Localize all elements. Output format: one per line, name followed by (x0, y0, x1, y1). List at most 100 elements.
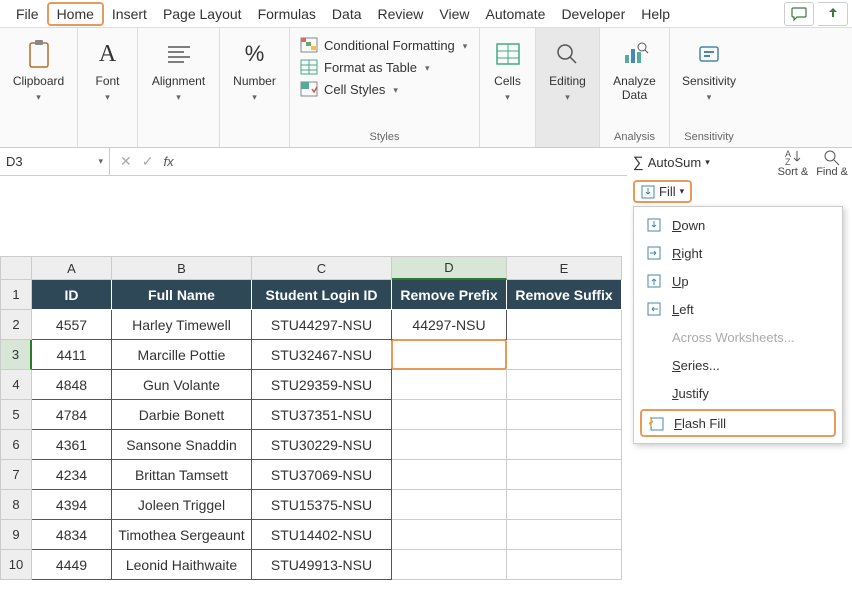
cell[interactable] (507, 400, 622, 430)
column-header-C[interactable]: C (252, 256, 392, 280)
cell[interactable]: Sansone Snaddin (112, 430, 252, 460)
cancel-formula-icon[interactable]: ✕ (120, 153, 132, 170)
cell[interactable]: 4848 (32, 370, 112, 400)
conditional-formatting[interactable]: Conditional Formatting▾ (300, 34, 467, 56)
cell[interactable]: 4557 (32, 310, 112, 340)
cell[interactable]: STU29359-NSU (252, 370, 392, 400)
cell[interactable] (507, 310, 622, 340)
row-header-10[interactable]: 10 (0, 550, 32, 580)
cell[interactable] (507, 520, 622, 550)
cell[interactable]: STU14402-NSU (252, 520, 392, 550)
ribbon-cells[interactable]: Cells ▾ (480, 28, 536, 147)
cell[interactable]: 4234 (32, 460, 112, 490)
cell[interactable]: STU32467-NSU (252, 340, 392, 370)
cell[interactable]: Marcille Pottie (112, 340, 252, 370)
fill-up[interactable]: Up (634, 267, 842, 295)
menu-page-layout[interactable]: Page Layout (155, 2, 250, 26)
row-header-4[interactable]: 4 (0, 370, 32, 400)
fill-flash-fill[interactable]: Flash Fill (640, 409, 836, 437)
row-header-3[interactable]: 3 (0, 340, 32, 370)
select-all-corner[interactable] (0, 256, 32, 280)
sort-filter-button[interactable]: AZ Sort & (778, 148, 809, 178)
menu-review[interactable]: Review (370, 2, 432, 26)
ribbon-sensitivity[interactable]: Sensitivity ▾ Sensitivity (670, 28, 748, 147)
cell[interactable] (392, 400, 507, 430)
row-header-7[interactable]: 7 (0, 460, 32, 490)
menu-insert[interactable]: Insert (104, 2, 155, 26)
ribbon-analyze[interactable]: Analyze Data Analysis (600, 28, 670, 147)
cell[interactable] (507, 460, 622, 490)
cell[interactable] (392, 550, 507, 580)
cell[interactable]: Harley Timewell (112, 310, 252, 340)
cell[interactable] (507, 490, 622, 520)
menu-data[interactable]: Data (324, 2, 370, 26)
fx-label[interactable]: fx (163, 154, 173, 169)
fill-left[interactable]: Left (634, 295, 842, 323)
cell[interactable]: 4411 (32, 340, 112, 370)
format-as-table[interactable]: Format as Table▾ (300, 56, 430, 78)
cell-styles[interactable]: Cell Styles▾ (300, 78, 398, 100)
fill-button[interactable]: Fill ▾ (633, 180, 692, 203)
cell[interactable] (392, 340, 507, 370)
cell[interactable]: 4394 (32, 490, 112, 520)
ribbon-number[interactable]: % Number ▾ (220, 28, 290, 147)
cell[interactable]: 44297-NSU (392, 310, 507, 340)
cell[interactable]: 4784 (32, 400, 112, 430)
table-header-cell[interactable]: Full Name (112, 280, 252, 310)
cell[interactable]: 4449 (32, 550, 112, 580)
cell[interactable]: STU15375-NSU (252, 490, 392, 520)
menu-home[interactable]: Home (47, 2, 104, 26)
cell[interactable]: STU49913-NSU (252, 550, 392, 580)
row-header-2[interactable]: 2 (0, 310, 32, 340)
cell[interactable]: STU30229-NSU (252, 430, 392, 460)
row-header-8[interactable]: 8 (0, 490, 32, 520)
cell[interactable] (507, 340, 622, 370)
row-header-1[interactable]: 1 (0, 280, 32, 310)
share-button[interactable] (818, 2, 848, 26)
menu-developer[interactable]: Developer (553, 2, 633, 26)
accept-formula-icon[interactable]: ✓ (142, 153, 154, 170)
cell[interactable]: Leonid Haithwaite (112, 550, 252, 580)
menu-file[interactable]: File (8, 2, 47, 26)
row-header-5[interactable]: 5 (0, 400, 32, 430)
cell[interactable]: Darbie Bonett (112, 400, 252, 430)
cell[interactable]: Joleen Triggel (112, 490, 252, 520)
fill-right[interactable]: Right (634, 239, 842, 267)
menu-help[interactable]: Help (633, 2, 678, 26)
cell[interactable] (507, 550, 622, 580)
cell[interactable] (507, 430, 622, 460)
ribbon-editing[interactable]: Editing ▾ (536, 28, 600, 147)
fill-down[interactable]: Down (634, 211, 842, 239)
column-header-A[interactable]: A (32, 256, 112, 280)
autosum-button[interactable]: ∑ AutoSum ▾ (633, 154, 710, 171)
menu-automate[interactable]: Automate (478, 2, 554, 26)
cell[interactable]: 4361 (32, 430, 112, 460)
find-select-button[interactable]: Find & (816, 148, 848, 178)
ribbon-clipboard[interactable]: Clipboard ▾ (0, 28, 78, 147)
ribbon-font[interactable]: A Font ▾ (78, 28, 138, 147)
row-header-6[interactable]: 6 (0, 430, 32, 460)
cell[interactable]: STU37069-NSU (252, 460, 392, 490)
table-header-cell[interactable]: Remove Prefix (392, 280, 507, 310)
fill-series[interactable]: Series... (634, 351, 842, 379)
cell[interactable]: STU44297-NSU (252, 310, 392, 340)
row-header-9[interactable]: 9 (0, 520, 32, 550)
cell[interactable] (392, 430, 507, 460)
cell[interactable]: STU37351-NSU (252, 400, 392, 430)
cell[interactable] (392, 490, 507, 520)
cell[interactable]: 4834 (32, 520, 112, 550)
ribbon-alignment[interactable]: Alignment ▾ (138, 28, 220, 147)
fill-justify[interactable]: Justify (634, 379, 842, 407)
cell[interactable]: Brittan Tamsett (112, 460, 252, 490)
column-header-E[interactable]: E (507, 256, 622, 280)
table-header-cell[interactable]: Remove Suffix (507, 280, 622, 310)
cell[interactable] (392, 370, 507, 400)
table-header-cell[interactable]: Student Login ID (252, 280, 392, 310)
table-header-cell[interactable]: ID (32, 280, 112, 310)
cell[interactable]: Gun Volante (112, 370, 252, 400)
cell[interactable] (392, 460, 507, 490)
name-box[interactable]: D3 ▾ (0, 148, 110, 175)
menu-formulas[interactable]: Formulas (250, 2, 324, 26)
cell[interactable] (392, 520, 507, 550)
menu-view[interactable]: View (431, 2, 477, 26)
